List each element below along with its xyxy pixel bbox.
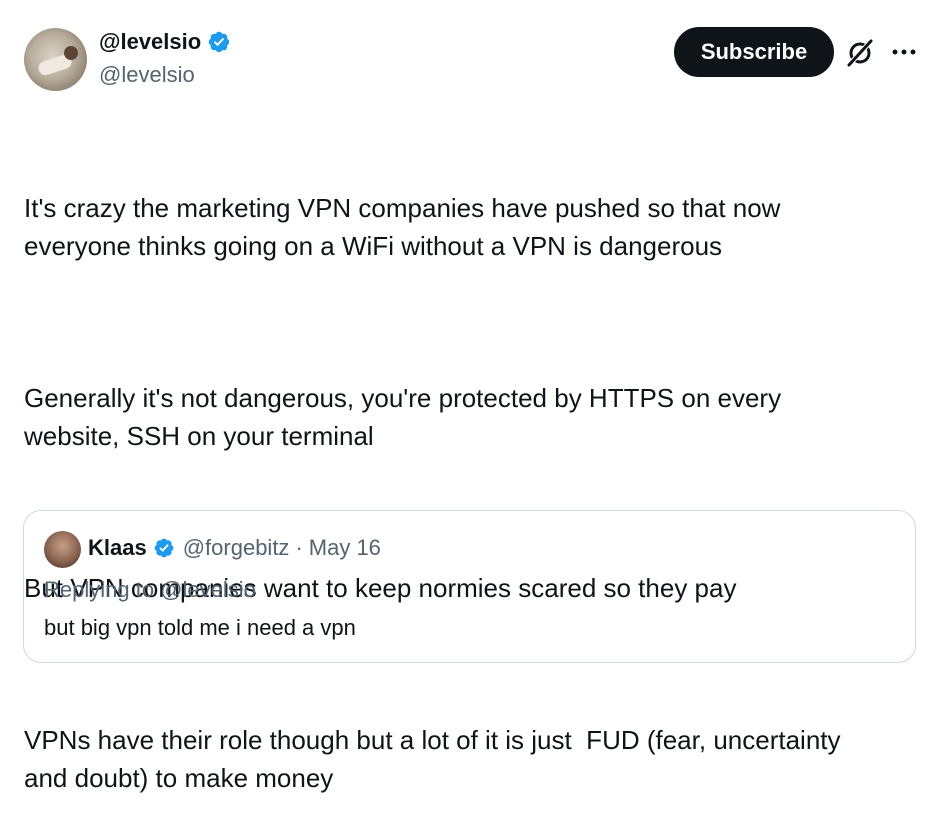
quote-date[interactable]: May 16 xyxy=(309,535,381,561)
author-avatar[interactable] xyxy=(24,28,87,91)
quote-handle[interactable]: @forgebitz xyxy=(183,535,290,561)
tweet-paragraph: It's crazy the marketing VPN companies h… xyxy=(24,193,781,261)
quote-author-avatar[interactable] xyxy=(44,531,81,568)
grok-icon[interactable] xyxy=(845,38,875,68)
author-name-row: @levelsio xyxy=(99,29,231,55)
avatar-head xyxy=(64,46,78,60)
author-handle[interactable]: @levelsio xyxy=(99,62,195,88)
tweet-paragraph: VPNs have their role though but a lot of… xyxy=(24,725,841,793)
quoted-tweet[interactable]: Klaas @forgebitz · May 16 Replying to @l… xyxy=(23,510,916,663)
quote-header: Klaas @forgebitz · May 16 xyxy=(88,535,381,561)
quote-text: but big vpn told me i need a vpn xyxy=(44,615,356,640)
quote-display-name[interactable]: Klaas xyxy=(88,535,147,561)
author-display-name[interactable]: @levelsio xyxy=(99,29,201,55)
verified-badge-icon xyxy=(208,31,230,53)
verified-badge-icon xyxy=(154,538,174,558)
tweet-text: It's crazy the marketing VPN companies h… xyxy=(24,113,914,835)
quote-replying-to: Replying to @levelsio xyxy=(44,577,256,602)
tweet-paragraph: Generally it's not dangerous, you're pro… xyxy=(24,383,782,451)
subscribe-button[interactable]: Subscribe xyxy=(674,27,834,77)
more-dots-icon[interactable] xyxy=(890,43,918,61)
quote-separator: · xyxy=(295,535,303,560)
